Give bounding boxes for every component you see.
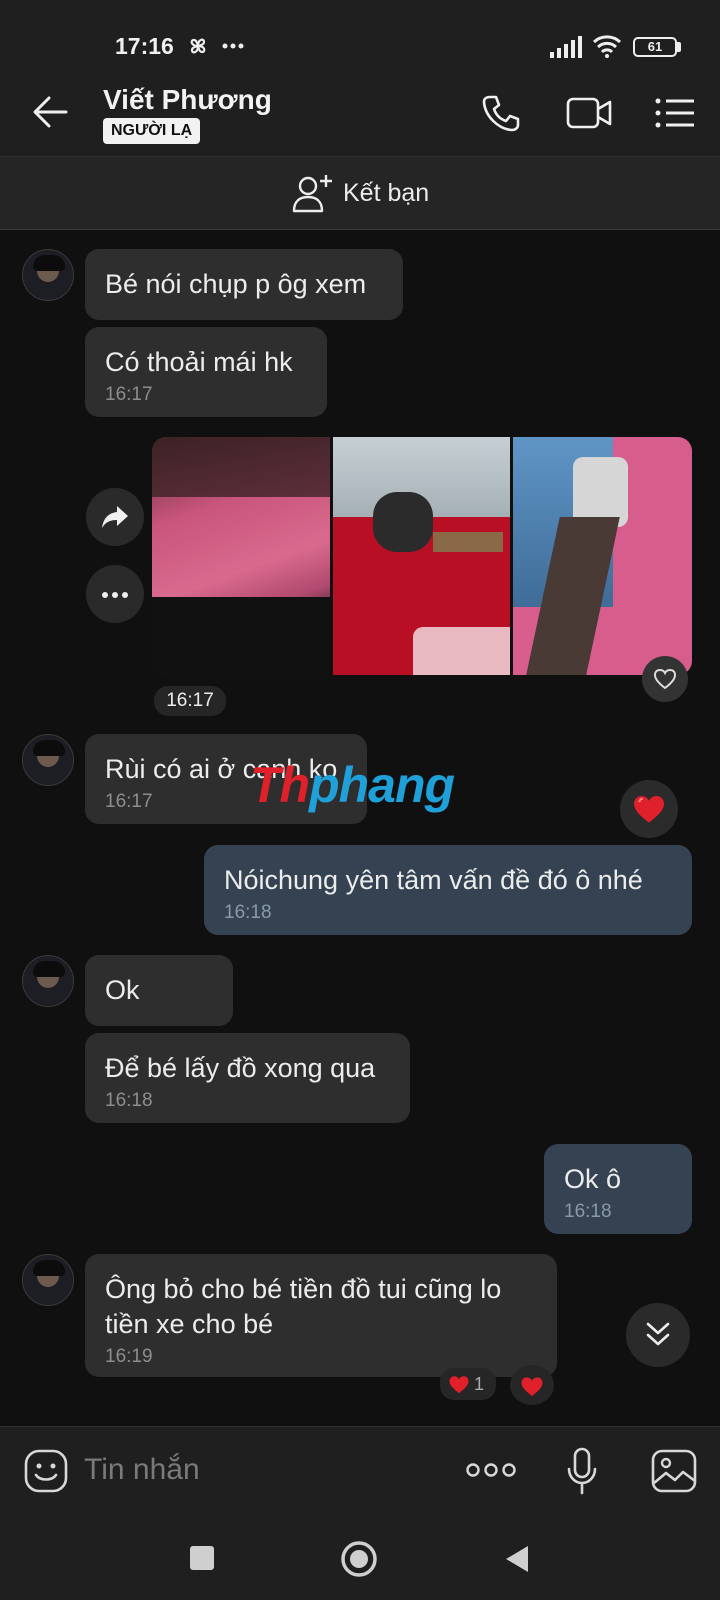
video-call-icon[interactable] [566, 97, 612, 129]
wifi-icon [592, 35, 622, 58]
scroll-down-button[interactable] [626, 1303, 690, 1367]
message-bubble[interactable]: Ông bỏ cho bé tiền đồ tui cũng lo tiền x… [85, 1254, 557, 1377]
battery-tip [677, 42, 681, 52]
microphone-icon[interactable] [566, 1447, 598, 1495]
message-bubble[interactable]: Ok [85, 955, 233, 1026]
add-reaction-button[interactable] [510, 1365, 554, 1405]
menu-list-icon[interactable] [655, 98, 695, 128]
reaction-badge[interactable] [620, 780, 678, 838]
more-dots-icon [222, 43, 244, 49]
contact-name[interactable]: Viết Phương [103, 84, 272, 116]
my-message-bubble[interactable]: Nóichung yên tâm vấn đề đó ô nhé 16:18 [204, 845, 692, 935]
recent-apps-icon[interactable] [190, 1546, 214, 1570]
system-nav-bar [0, 1516, 720, 1600]
message-text: Ông bỏ cho bé tiền đồ tui cũng lo tiền x… [105, 1274, 502, 1339]
add-user-icon [292, 175, 332, 213]
pinwheel-icon [190, 38, 206, 54]
photo-thumbnail[interactable] [152, 437, 330, 675]
message-text: Bé nói chụp p ôg xem [105, 269, 367, 299]
status-time: 17:16 [115, 33, 174, 59]
more-options-icon[interactable] [466, 1463, 516, 1477]
heart-reaction-icon [449, 1376, 469, 1394]
message-text: Có thoải mái hk [105, 347, 293, 377]
chat-area[interactable]: Bé nói chụp p ôg xem Có thoải mái hk 16:… [0, 231, 720, 1426]
battery-level: 61 [647, 39, 663, 54]
more-options-button[interactable] [86, 565, 144, 623]
message-time: 16:18 [224, 902, 272, 923]
avatar[interactable] [22, 955, 74, 1007]
stranger-badge: NGƯỜI LẠ [103, 118, 201, 144]
heart-reaction-icon [521, 1377, 543, 1397]
photo-thumbnail[interactable] [513, 437, 692, 675]
heart-outline-icon [653, 668, 677, 690]
message-time: 16:18 [564, 1201, 612, 1222]
photo-time: 16:17 [154, 686, 226, 716]
message-text: Nóichung yên tâm vấn đề đó ô nhé [224, 865, 643, 895]
message-bubble[interactable]: Để bé lấy đồ xong qua 16:18 [85, 1033, 410, 1123]
photo-grid[interactable] [152, 437, 692, 675]
signal-icon [550, 36, 582, 58]
message-time: 16:18 [105, 1090, 153, 1111]
chat-header: Viết Phương NGƯỜI LẠ [0, 68, 720, 156]
avatar[interactable] [22, 734, 74, 786]
status-bar: 17:16 61 [0, 0, 720, 68]
avatar[interactable] [22, 249, 74, 301]
message-text: Để bé lấy đồ xong qua [105, 1053, 376, 1083]
add-friend-bar[interactable]: Kết bạn [0, 156, 720, 230]
share-button[interactable] [86, 488, 144, 546]
battery-icon: 61 [633, 37, 677, 57]
more-dots-icon [102, 592, 128, 598]
message-input-bar: Tin nhắn [0, 1426, 720, 1516]
share-arrow-icon [102, 506, 128, 528]
heart-reaction-icon [634, 796, 664, 823]
back-nav-icon[interactable] [504, 1544, 530, 1574]
photo-thumbnail[interactable] [333, 437, 510, 675]
message-text: Ok ô [564, 1164, 622, 1194]
message-time: 16:19 [105, 1346, 153, 1367]
phone-icon[interactable] [482, 94, 520, 132]
message-bubble[interactable]: Có thoải mái hk 16:17 [85, 327, 327, 417]
image-gallery-icon[interactable] [651, 1449, 697, 1493]
avatar[interactable] [22, 1254, 74, 1306]
message-input[interactable]: Tin nhắn [84, 1453, 200, 1487]
reaction-count: 1 [474, 1374, 485, 1394]
message-bubble[interactable]: Bé nói chụp p ôg xem [85, 249, 403, 320]
reaction-count-badge[interactable]: 1 [440, 1368, 496, 1400]
add-friend-label[interactable]: Kết bạn [343, 179, 429, 208]
back-arrow-icon[interactable] [32, 95, 68, 129]
react-heart-button[interactable] [642, 656, 688, 702]
message-text: Ok [105, 975, 140, 1005]
message-time: 16:17 [105, 384, 153, 405]
home-icon[interactable] [340, 1540, 378, 1578]
chevron-double-down-icon [646, 1322, 670, 1346]
my-message-bubble[interactable]: Ok ô 16:18 [544, 1144, 692, 1234]
emoji-sticker-icon[interactable] [24, 1449, 68, 1493]
